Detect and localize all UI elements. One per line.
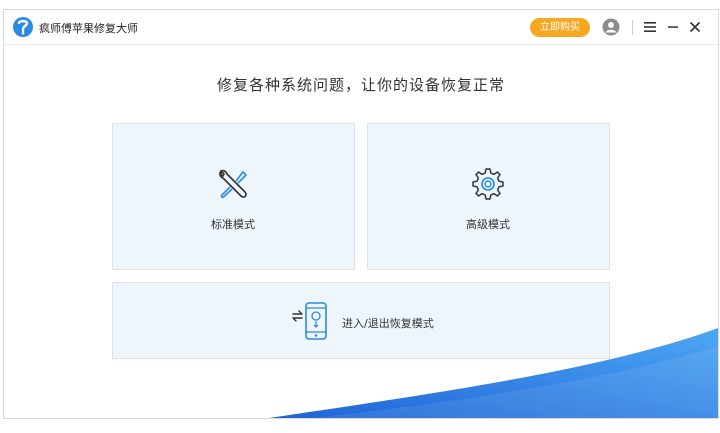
recovery-mode-card[interactable]: 进入/退出恢复模式 [112, 282, 610, 359]
title-bar: 疯师傅苹果修复大师 立即购买 [4, 10, 718, 45]
advanced-mode-label: 高级模式 [466, 218, 510, 231]
app-logo-icon [13, 17, 33, 37]
app-window: 疯师傅苹果修复大师 立即购买 修复各种系统问题，让你的设备恢复正常 标准模式 高… [3, 9, 719, 419]
phone-transfer-icon [292, 302, 327, 340]
advanced-mode-card[interactable]: 高级模式 [367, 123, 610, 270]
page-headline: 修复各种系统问题，让你的设备恢复正常 [216, 76, 505, 94]
close-icon[interactable] [689, 21, 701, 33]
app-title: 疯师傅苹果修复大师 [39, 22, 138, 35]
minimize-icon[interactable] [667, 21, 679, 33]
gear-icon [472, 168, 504, 200]
recovery-mode-label: 进入/退出恢复模式 [342, 317, 434, 330]
hamburger-menu-icon[interactable] [644, 21, 656, 33]
user-avatar-icon[interactable] [602, 18, 620, 36]
buy-now-button[interactable]: 立即购买 [530, 18, 590, 37]
wrench-screwdriver-icon [219, 169, 247, 199]
titlebar-divider [632, 20, 633, 35]
standard-mode-card[interactable]: 标准模式 [112, 123, 355, 270]
standard-mode-label: 标准模式 [211, 218, 255, 231]
